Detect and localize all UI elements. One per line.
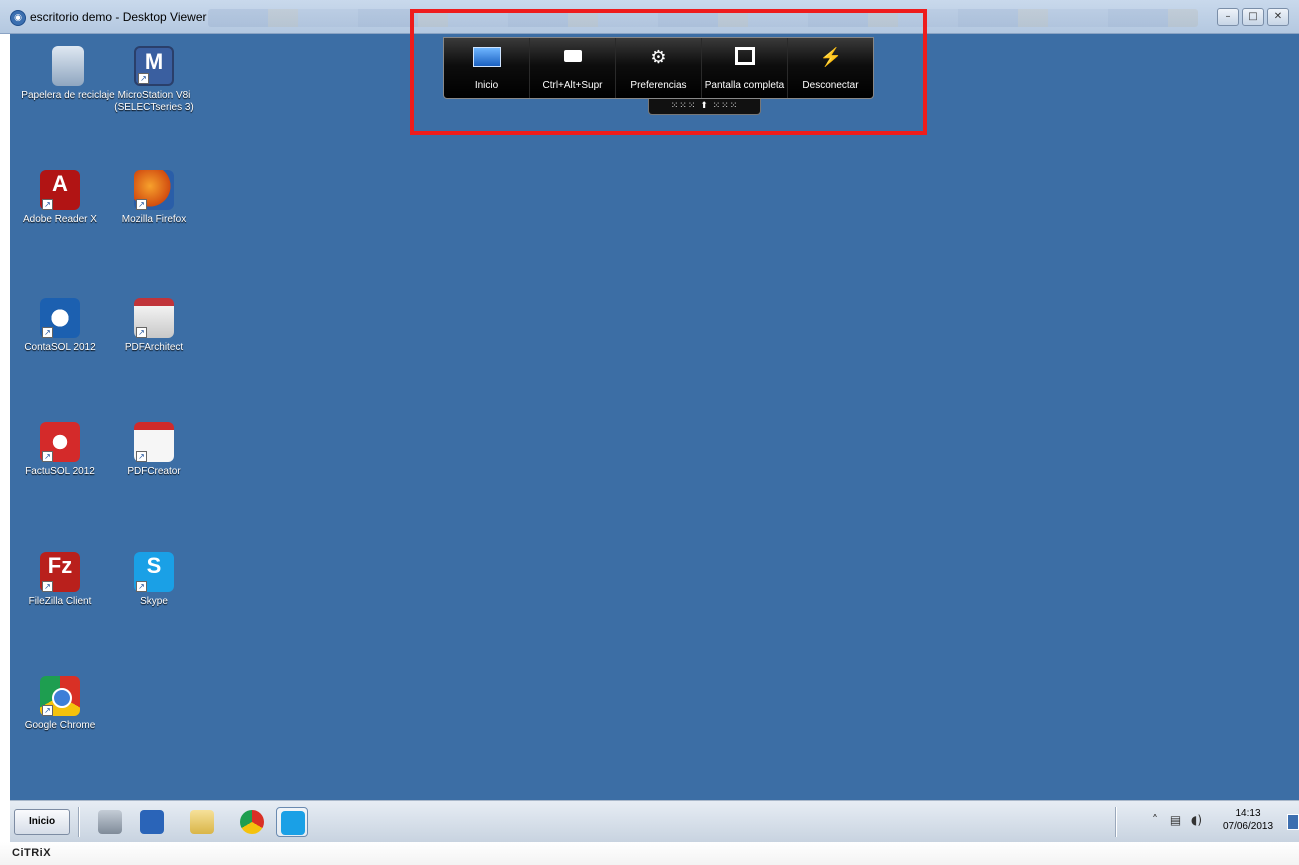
desktop-icon-skype[interactable]: S ↗ Skype [106, 552, 202, 608]
taskbar-server-manager[interactable] [94, 807, 126, 837]
desktop-icon-adobe-reader[interactable]: A ↗ Adobe Reader X [12, 170, 108, 226]
powershell-icon [140, 810, 164, 834]
skype-icon [281, 811, 305, 835]
clock-time: 14:13 [1235, 808, 1261, 819]
system-tray[interactable]: ˄ ▤ ◖) [1152, 813, 1202, 827]
desktop-icon-pdfcreator[interactable]: ↗ PDFCreator [106, 422, 202, 478]
desktop-icon-recycle-bin[interactable]: Papelera de reciclaje [20, 46, 116, 102]
desktop-icon-filezilla[interactable]: Fz ↗ FileZilla Client [12, 552, 108, 608]
desktop-icon-factusol[interactable]: ↗ FactuSOL 2012 [12, 422, 108, 478]
chrome-icon [240, 810, 264, 834]
desktop-icon-contasol[interactable]: ↗ ContaSOL 2012 [12, 298, 108, 354]
firefox-icon: ↗ [134, 170, 174, 210]
desktop-icon-microstation[interactable]: M ↗ MicroStation V8i (SELECTseries 3) [106, 46, 202, 114]
annotation-highlight-box [410, 9, 927, 135]
desktop-icon-firefox[interactable]: ↗ Mozilla Firefox [106, 170, 202, 226]
skype-icon: S ↗ [134, 552, 174, 592]
recycle-bin-icon [52, 46, 84, 86]
contasol-icon: ↗ [40, 298, 80, 338]
factusol-icon: ↗ [40, 422, 80, 462]
viewer-footer: CiTRiX [0, 842, 1299, 865]
explorer-icon [190, 810, 214, 834]
citrix-logo: CiTRiX [12, 847, 52, 859]
desktop-icon-pdfarchitect[interactable]: ↗ PDFArchitect [106, 298, 202, 354]
citrix-viewer-icon: ◉ [10, 10, 26, 26]
pdfarchitect-icon: ↗ [134, 298, 174, 338]
taskbar-powershell[interactable] [136, 807, 168, 837]
taskbar-explorer[interactable] [186, 807, 218, 837]
taskbar: Inicio ˄ ▤ ◖) 14:13 07/06/2013 [10, 800, 1299, 842]
server-manager-icon [98, 810, 122, 834]
close-button[interactable]: ✕ [1267, 8, 1289, 26]
volume-icon[interactable]: ◖) [1191, 813, 1202, 827]
desktop-icon-chrome[interactable]: ↗ Google Chrome [12, 676, 108, 732]
show-desktop-button[interactable] [1287, 814, 1299, 830]
chrome-icon: ↗ [40, 676, 80, 716]
taskbar-skype[interactable] [276, 807, 308, 837]
taskbar-chrome[interactable] [236, 807, 268, 837]
minimize-button[interactable]: – [1217, 8, 1239, 26]
clock-date: 07/06/2013 [1222, 821, 1274, 832]
start-button[interactable]: Inicio [14, 809, 70, 835]
pdfcreator-icon: ↗ [134, 422, 174, 462]
tray-chevron-icon[interactable]: ˄ [1152, 813, 1158, 827]
network-icon[interactable]: ▤ [1170, 813, 1181, 827]
taskbar-separator [78, 807, 80, 837]
adobe-reader-icon: A ↗ [40, 170, 80, 210]
remote-desktop[interactable]: Papelera de reciclaje M ↗ MicroStation V8… [10, 34, 1299, 800]
window-title: escritorio demo - Desktop Viewer [30, 10, 207, 24]
taskbar-clock[interactable]: 14:13 07/06/2013 [1218, 807, 1278, 833]
microstation-icon: M ↗ [134, 46, 174, 86]
filezilla-icon: Fz ↗ [40, 552, 80, 592]
tray-separator [1115, 807, 1117, 837]
restore-button[interactable]: □ [1242, 8, 1264, 26]
